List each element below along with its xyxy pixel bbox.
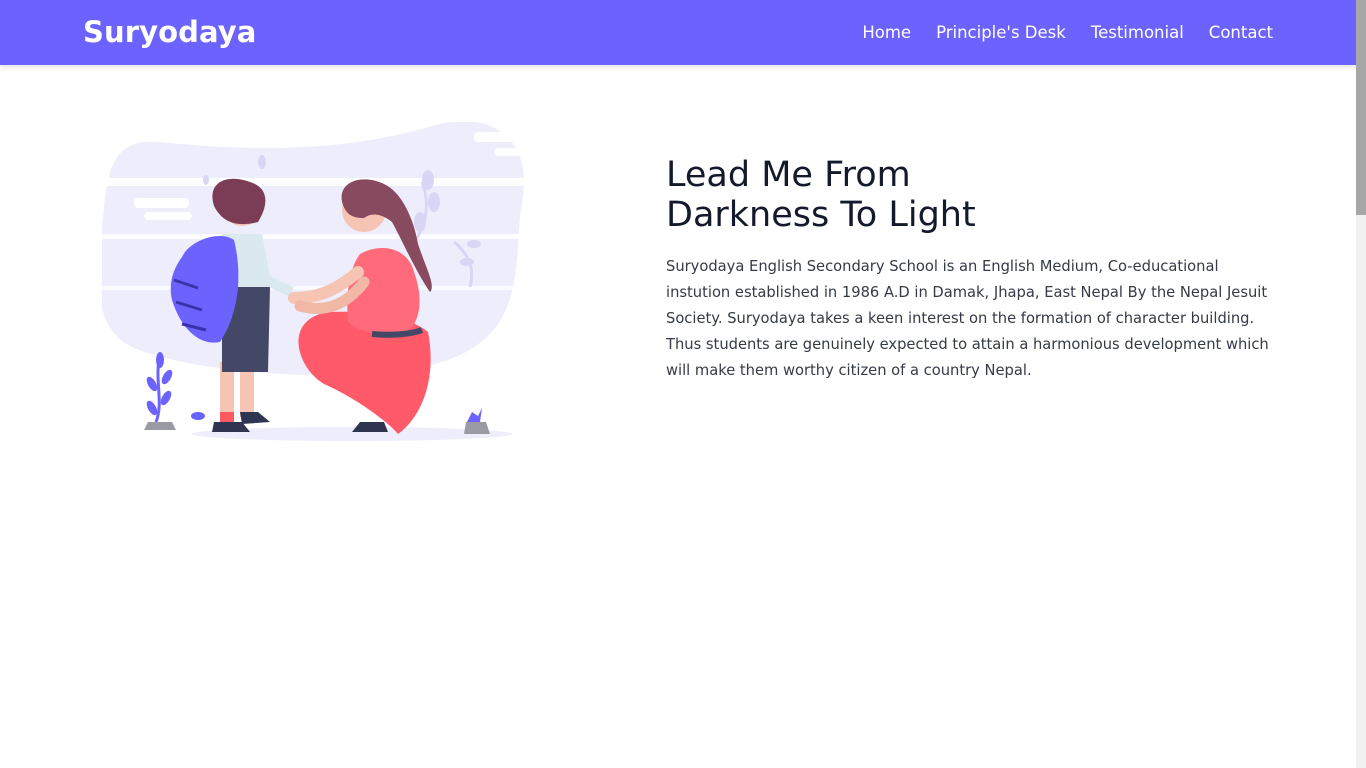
brand-logo[interactable]: Suryodaya xyxy=(83,13,256,51)
nav-link-principles-desk[interactable]: Principle's Desk xyxy=(936,21,1066,45)
navbar: Suryodaya Home Principle's Desk Testimon… xyxy=(0,0,1356,65)
hero-content: Lead Me From Darkness To Light Suryodaya… xyxy=(666,155,1286,384)
nav-link-contact[interactable]: Contact xyxy=(1209,21,1273,45)
nav-menu: Home Principle's Desk Testimonial Contac… xyxy=(862,21,1273,45)
hero-title: Lead Me From Darkness To Light xyxy=(666,155,976,235)
hero-description: Suryodaya English Secondary School is an… xyxy=(666,258,1269,379)
nav-link-testimonial[interactable]: Testimonial xyxy=(1091,21,1184,45)
mother-child-illustration xyxy=(98,121,529,445)
scrollbar-thumb[interactable] xyxy=(1356,0,1366,215)
nav-link-home[interactable]: Home xyxy=(862,21,911,45)
